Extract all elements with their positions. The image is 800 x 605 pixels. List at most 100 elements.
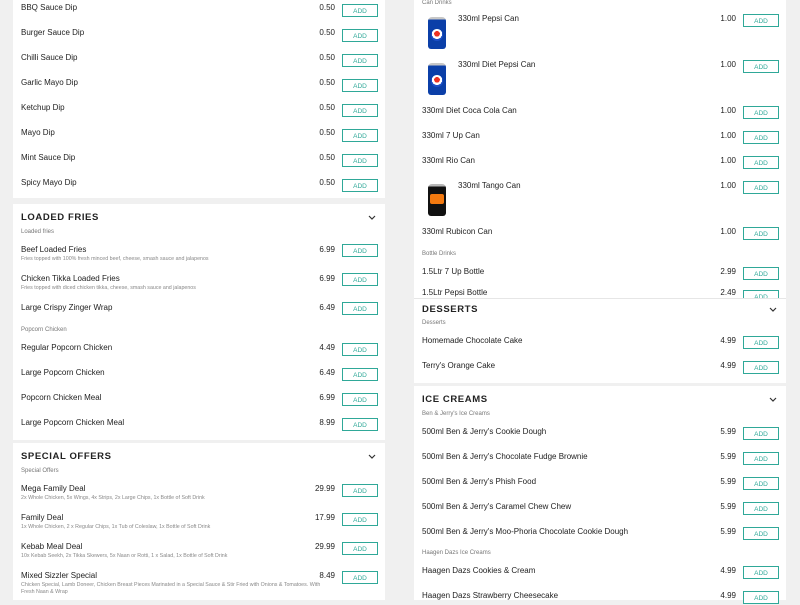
dips-panel: BBQ Sauce Dip 0.50 ADD Burger Sauce Dip 0.5… <box>13 0 385 198</box>
subsection-heading: Bottle Drinks <box>422 251 457 257</box>
item-name: 330ml Tango Can <box>458 181 521 190</box>
item-name: Family Deal <box>21 513 64 522</box>
item-price: 29.99 <box>314 484 335 493</box>
item-description: Fries topped with 100% fresh minced beef… <box>21 256 209 262</box>
add-button[interactable]: ADD <box>342 154 378 167</box>
add-button[interactable]: ADD <box>743 527 779 540</box>
chevron-down-icon[interactable] <box>367 453 377 461</box>
item-name: Burger Sauce Dip <box>21 28 85 37</box>
add-button[interactable]: ADD <box>743 156 779 169</box>
add-button[interactable]: ADD <box>342 368 378 381</box>
item-price: 1.00 <box>720 60 736 69</box>
add-button[interactable]: ADD <box>342 29 378 42</box>
item-name: Homemade Chocolate Cake <box>422 336 523 345</box>
item-name: Ketchup Dip <box>21 103 65 112</box>
item-name: Spicy Mayo Dip <box>21 178 77 187</box>
add-button[interactable]: ADD <box>743 60 779 73</box>
item-price: 4.99 <box>720 591 736 600</box>
item-name: Mayo Dip <box>21 128 55 137</box>
item-name: Beef Loaded Fries <box>21 245 87 254</box>
item-name: Chilli Sauce Dip <box>21 53 78 62</box>
item-name: 500ml Ben & Jerry's Moo-Phoria Chocolate… <box>422 527 629 536</box>
item-price: 2.49 <box>720 288 736 297</box>
special-offers-panel: SPECIAL OFFERS Special Offers Mega Famil… <box>13 443 385 600</box>
add-button[interactable]: ADD <box>342 393 378 406</box>
ice-creams-panel: ICE CREAMS Ben & Jerry's Ice Creams 500m… <box>414 386 786 604</box>
chevron-down-icon[interactable] <box>768 306 778 314</box>
add-button[interactable]: ADD <box>342 484 378 497</box>
add-button[interactable]: ADD <box>342 79 378 92</box>
item-price: 1.00 <box>720 181 736 190</box>
item-price: 5.99 <box>720 427 736 436</box>
item-description: Chicken Special, Lamb Doneer, Chicken Br… <box>21 582 321 588</box>
subsection-heading: Can Drinks <box>422 0 452 6</box>
add-button[interactable]: ADD <box>743 181 779 194</box>
add-button[interactable]: ADD <box>743 290 779 298</box>
item-price: 5.99 <box>720 477 736 486</box>
drinks-panel: Can Drinks 330ml Pepsi Can 1.00 ADD 330m… <box>414 0 786 298</box>
item-price: 17.99 <box>314 513 335 522</box>
item-name: 330ml Diet Pepsi Can <box>458 60 536 69</box>
subsection-heading: Ben & Jerry's Ice Creams <box>422 411 490 417</box>
add-button[interactable]: ADD <box>743 227 779 240</box>
item-name: 330ml Rubicon Can <box>422 227 493 236</box>
add-button[interactable]: ADD <box>342 104 378 117</box>
add-button[interactable]: ADD <box>342 179 378 192</box>
add-button[interactable]: ADD <box>342 273 378 286</box>
add-button[interactable]: ADD <box>743 267 779 280</box>
add-button[interactable]: ADD <box>743 106 779 119</box>
add-button[interactable]: ADD <box>743 131 779 144</box>
item-name: 500ml Ben & Jerry's Phish Food <box>422 477 537 486</box>
item-name: Popcorn Chicken Meal <box>21 393 102 402</box>
loaded-fries-panel: LOADED FRIES Loaded fries Beef Loaded Fr… <box>13 204 385 440</box>
item-name: Haagen Dazs Cookies & Cream <box>422 566 536 575</box>
item-name: 330ml Rio Can <box>422 156 475 165</box>
item-name: Garlic Mayo Dip <box>21 78 78 87</box>
item-price: 1.00 <box>720 14 736 23</box>
add-button[interactable]: ADD <box>342 129 378 142</box>
chevron-down-icon[interactable] <box>768 396 778 404</box>
item-name: 1.5Ltr Pepsi Bottle <box>422 288 488 297</box>
add-button[interactable]: ADD <box>342 343 378 356</box>
add-button[interactable]: ADD <box>743 336 779 349</box>
add-button[interactable]: ADD <box>342 418 378 431</box>
item-price: 8.99 <box>319 418 335 427</box>
subsection-heading: Desserts <box>422 320 446 326</box>
chevron-down-icon[interactable] <box>367 214 377 222</box>
tango-can-image <box>428 184 446 216</box>
add-button[interactable]: ADD <box>743 566 779 579</box>
add-button[interactable]: ADD <box>342 54 378 67</box>
item-price: 0.50 <box>319 28 335 37</box>
add-button[interactable]: ADD <box>342 4 378 17</box>
subsection-heading: Popcorn Chicken <box>21 327 67 333</box>
item-price: 0.50 <box>319 53 335 62</box>
add-button[interactable]: ADD <box>342 571 378 584</box>
item-price: 1.00 <box>720 227 736 236</box>
subsection-heading: Loaded fries <box>21 229 55 235</box>
left-menu-column: BBQ Sauce Dip 0.50 ADD Burger Sauce Dip 0.5… <box>13 0 385 600</box>
section-title: DESSERTS <box>422 304 479 315</box>
add-button[interactable]: ADD <box>342 302 378 315</box>
right-menu-column: Can Drinks 330ml Pepsi Can 1.00 ADD 330m… <box>414 0 786 604</box>
item-price: 1.00 <box>720 156 736 165</box>
add-button[interactable]: ADD <box>342 244 378 257</box>
add-button[interactable]: ADD <box>743 427 779 440</box>
item-name: Chicken Tikka Loaded Fries <box>21 274 120 283</box>
add-button[interactable]: ADD <box>743 452 779 465</box>
item-price: 6.99 <box>319 245 335 254</box>
item-name: Mega Family Deal <box>21 484 86 493</box>
add-button[interactable]: ADD <box>342 513 378 526</box>
item-price: 6.49 <box>319 303 335 312</box>
item-price: 5.99 <box>720 452 736 461</box>
add-button[interactable]: ADD <box>743 477 779 490</box>
item-price: 0.50 <box>319 3 335 12</box>
item-name: BBQ Sauce Dip <box>21 3 78 12</box>
add-button[interactable]: ADD <box>342 542 378 555</box>
add-button[interactable]: ADD <box>743 361 779 374</box>
add-button[interactable]: ADD <box>743 591 779 604</box>
item-price: 6.49 <box>319 368 335 377</box>
item-price: 4.99 <box>720 361 736 370</box>
item-description: 2x Whole Chicken, 5x Wings, 4x Strips, 2… <box>21 495 205 501</box>
add-button[interactable]: ADD <box>743 14 779 27</box>
add-button[interactable]: ADD <box>743 502 779 515</box>
